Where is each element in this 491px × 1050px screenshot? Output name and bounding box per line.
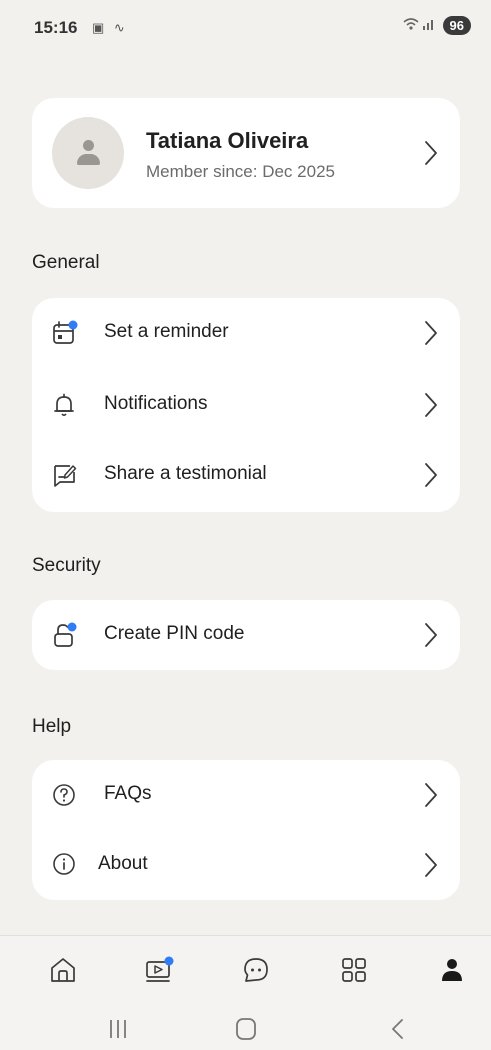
menu-item-about[interactable]: About bbox=[32, 830, 460, 900]
avatar bbox=[52, 117, 124, 189]
menu-item-label: FAQs bbox=[104, 783, 152, 804]
recent-apps-icon[interactable] bbox=[103, 1016, 133, 1042]
general-card: Set a reminder Notifications Share a tes… bbox=[32, 298, 460, 512]
status-right: 96 bbox=[403, 16, 471, 35]
menu-item-label: Share a testimonial bbox=[104, 463, 267, 484]
avatar-head bbox=[83, 140, 94, 151]
info-icon bbox=[52, 852, 78, 878]
back-icon[interactable] bbox=[383, 1016, 413, 1042]
profile-screen: 15:16 ▣ ∿ 96 Tatiana Oliveira Member sin bbox=[0, 0, 491, 1050]
menu-item-label: About bbox=[98, 853, 148, 874]
system-nav-bar bbox=[0, 1008, 491, 1050]
grid-icon[interactable] bbox=[338, 954, 370, 986]
help-card: FAQs About bbox=[32, 760, 460, 900]
menu-item-notifications[interactable]: Notifications bbox=[32, 370, 460, 440]
chevron-right-icon bbox=[424, 320, 438, 346]
chevron-right-icon bbox=[424, 392, 438, 418]
calendar-icon bbox=[52, 320, 78, 346]
profile-name: Tatiana Oliveira bbox=[146, 128, 309, 153]
battery-indicator: 96 bbox=[442, 16, 471, 35]
security-card: Create PIN code bbox=[32, 600, 460, 670]
menu-item-label: Create PIN code bbox=[104, 623, 245, 644]
section-title-help: Help bbox=[32, 716, 72, 737]
section-title-general: General bbox=[32, 252, 100, 273]
chevron-right-icon bbox=[424, 462, 438, 488]
status-notification-icons: ▣ ∿ bbox=[92, 20, 128, 35]
home-button-icon[interactable] bbox=[231, 1016, 261, 1042]
status-time: 15:16 bbox=[34, 18, 78, 37]
profile-icon[interactable] bbox=[436, 954, 468, 986]
status-bar: 15:16 ▣ ∿ 96 bbox=[0, 0, 491, 60]
menu-item-create-pin[interactable]: Create PIN code bbox=[32, 600, 460, 670]
bottom-nav bbox=[0, 935, 491, 1008]
member-since: Member since: Dec 2025 bbox=[146, 162, 335, 181]
chevron-right-icon bbox=[424, 782, 438, 808]
video-icon[interactable] bbox=[143, 954, 175, 986]
profile-card[interactable]: Tatiana Oliveira Member since: Dec 2025 bbox=[32, 98, 460, 208]
menu-item-set-reminder[interactable]: Set a reminder bbox=[32, 298, 460, 368]
bell-icon bbox=[52, 392, 78, 418]
home-icon[interactable] bbox=[47, 954, 79, 986]
menu-item-label: Set a reminder bbox=[104, 321, 229, 342]
avatar-body bbox=[77, 154, 100, 165]
wifi-signal-icon bbox=[403, 17, 437, 34]
chat-icon[interactable] bbox=[240, 954, 272, 986]
menu-item-faqs[interactable]: FAQs bbox=[32, 760, 460, 830]
testimonial-icon bbox=[52, 462, 78, 488]
chevron-right-icon bbox=[424, 140, 438, 166]
chevron-right-icon bbox=[424, 852, 438, 878]
section-title-security: Security bbox=[32, 555, 101, 576]
chevron-right-icon bbox=[424, 622, 438, 648]
menu-item-share-testimonial[interactable]: Share a testimonial bbox=[32, 440, 460, 510]
lock-icon bbox=[52, 622, 78, 648]
question-icon bbox=[52, 782, 78, 808]
menu-item-label: Notifications bbox=[104, 393, 208, 414]
